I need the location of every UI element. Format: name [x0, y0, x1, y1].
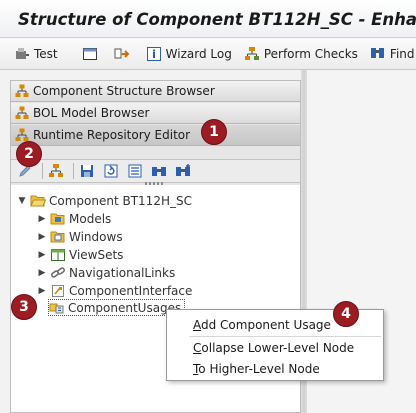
refresh-button[interactable]: [101, 161, 121, 181]
runtime-repository-editor-tab[interactable]: Runtime Repository Editor: [11, 125, 300, 146]
window-title: Structure of Component BT112H_SC - Enhan…: [0, 0, 416, 38]
bol-model-browser-label: BOL Model Browser: [33, 106, 150, 120]
tree-node-windows[interactable]: ▶ Windows: [37, 228, 123, 245]
binoculars-icon: [152, 167, 166, 176]
hierarchy-icon: [15, 128, 29, 141]
hierarchy-edit-icon: [49, 164, 63, 177]
collapse-lower-level-node-menu-item[interactable]: Collapse Lower-Level Node: [193, 341, 354, 355]
tree-node-label: ComponentInterface: [69, 283, 193, 298]
test-button-label: Test: [34, 46, 58, 61]
expand-icon[interactable]: ▶: [37, 214, 47, 224]
tree-node-component-usages[interactable]: ComponentUsages: [48, 299, 186, 316]
find-next-button[interactable]: [173, 161, 193, 181]
menu-item-label: ollapse Lower-Level Node: [201, 341, 355, 355]
tree-node-label: Windows: [69, 229, 123, 244]
menu-accelerator: A: [193, 318, 201, 332]
expand-icon[interactable]: ▶: [37, 268, 47, 278]
find-button[interactable]: [149, 161, 169, 181]
tree-node-component-interface[interactable]: ▶ ComponentInterface: [37, 282, 193, 299]
test-button[interactable]: Test: [14, 46, 58, 62]
display-object-button[interactable]: [82, 46, 102, 62]
find-view-icon: [370, 47, 384, 58]
find-view-label: Find View: [389, 46, 416, 61]
hierarchy-icon: [15, 106, 29, 119]
step-badge-1: 1: [201, 119, 227, 145]
save-button[interactable]: [77, 161, 97, 181]
tree-node-viewsets[interactable]: ▶ ViewSets: [37, 246, 124, 263]
main-toolbar: Test Wizard Log Perform Checks Find View: [0, 38, 416, 70]
tree-node-label: NavigationalLinks: [69, 265, 176, 280]
tree-root-node[interactable]: ▼ Component BT112H_SC: [17, 192, 192, 209]
find-view-button[interactable]: Find View: [370, 46, 416, 62]
component-usage-icon: [49, 303, 64, 313]
transfer-button[interactable]: [114, 46, 134, 62]
component-structure-browser-label: Component Structure Browser: [33, 84, 215, 98]
link-chain-icon: [51, 266, 65, 278]
step-badge-2: 2: [16, 141, 42, 167]
hierarchy-check-icon: [244, 46, 259, 60]
binoculars-plus-icon: [176, 164, 190, 176]
save-icon: [81, 165, 93, 177]
transfer-arrow-icon: [114, 48, 130, 58]
windows-folder-icon: [50, 231, 65, 242]
test-icon: [16, 47, 29, 59]
refresh-icon: [104, 164, 118, 178]
expand-icon[interactable]: ▶: [37, 250, 47, 260]
expand-icon[interactable]: ▶: [37, 232, 47, 242]
repository-toolbar: [11, 159, 300, 183]
interface-icon: [52, 284, 64, 297]
wizard-log-label: Wizard Log: [165, 46, 232, 61]
tree-node-models[interactable]: ▶ Models: [37, 210, 112, 227]
tree-node-label: ComponentUsages: [68, 300, 182, 315]
menu-separator: [189, 336, 381, 337]
folder-open-icon: [30, 195, 46, 206]
model-folder-icon: [50, 213, 65, 224]
step-badge-4: 4: [333, 301, 359, 327]
runtime-repository-editor-label: Runtime Repository Editor: [33, 128, 191, 142]
hierarchy-icon: [15, 84, 29, 97]
add-component-usage-menu-item[interactable]: Add Component Usage: [193, 318, 331, 332]
collapse-icon[interactable]: ▼: [17, 196, 27, 206]
tree-node-label: Models: [69, 211, 112, 226]
display-change-button[interactable]: [46, 161, 66, 181]
tree-node-navigational-links[interactable]: ▶ NavigationalLinks: [37, 264, 176, 281]
tree-node-label: ViewSets: [69, 247, 124, 262]
bol-model-browser-tab[interactable]: BOL Model Browser: [11, 103, 300, 124]
menu-item-label: o Higher-Level Node: [198, 362, 320, 376]
component-structure-browser-tab[interactable]: Component Structure Browser: [11, 81, 300, 102]
tree-root-label: Component BT112H_SC: [49, 193, 192, 208]
wizard-log-button[interactable]: Wizard Log: [146, 46, 232, 62]
info-icon: [146, 46, 161, 61]
toolbar-separator: [42, 163, 43, 179]
perform-checks-label: Perform Checks: [263, 46, 358, 61]
window-icon: [82, 47, 97, 60]
step-badge-3: 3: [11, 294, 37, 320]
perform-checks-button[interactable]: Perform Checks: [244, 46, 358, 62]
viewset-icon: [51, 248, 65, 261]
list-button[interactable]: [125, 161, 145, 181]
menu-item-label: dd Component Usage: [201, 318, 331, 332]
toolbar-separator: [73, 163, 74, 179]
to-higher-level-node-menu-item[interactable]: To Higher-Level Node: [193, 362, 320, 376]
list-icon: [128, 164, 142, 178]
expand-icon[interactable]: ▶: [37, 286, 47, 296]
